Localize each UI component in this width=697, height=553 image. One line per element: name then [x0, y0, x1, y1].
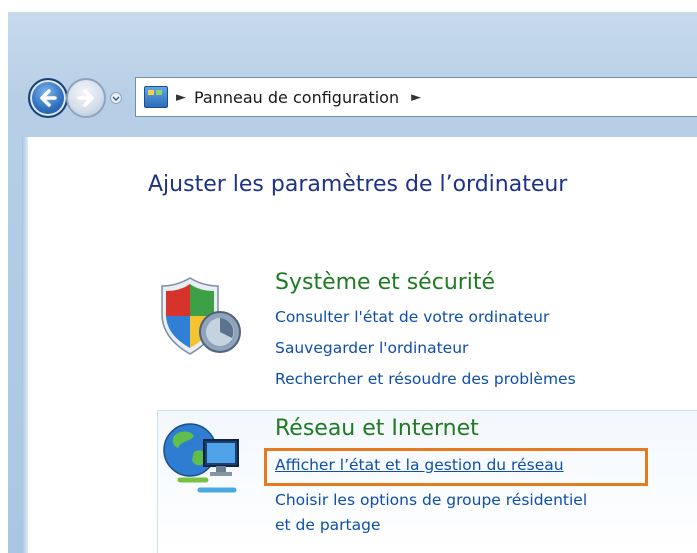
chevron-right-icon[interactable]: ► [411, 90, 421, 105]
link-check-computer-status[interactable]: Consulter l'état de votre ordinateur [275, 308, 549, 326]
highlight-box [264, 448, 648, 486]
category-title-network-internet[interactable]: Réseau et Internet [275, 416, 479, 441]
network-globe-icon[interactable] [160, 418, 250, 500]
frame-top-edge [0, 0, 697, 12]
forward-arrow-icon [77, 89, 94, 107]
control-panel-icon [144, 86, 168, 108]
address-bar[interactable]: ► Panneau de configuration ► [135, 77, 697, 117]
forward-button[interactable] [66, 78, 106, 118]
category-title-system-security[interactable]: Système et sécurité [275, 270, 495, 295]
navigation-bar: ► Panneau de configuration ► [28, 72, 697, 126]
chevron-right-icon[interactable]: ► [176, 90, 186, 105]
link-backup-computer[interactable]: Sauvegarder l'ordinateur [275, 339, 468, 357]
frame-left-edge [0, 0, 8, 553]
back-arrow-icon [40, 89, 57, 107]
breadcrumb-control-panel[interactable]: Panneau de configuration [194, 88, 399, 107]
link-troubleshoot-problems[interactable]: Rechercher et résoudre des problèmes [275, 370, 576, 388]
link-homegroup-sharing-options[interactable]: Choisir les options de groupe résidentie… [275, 491, 587, 509]
link-homegroup-sharing-options-cont[interactable]: et de partage [275, 516, 381, 534]
page-title: Ajuster les paramètres de l’ordinateur [148, 172, 568, 197]
shield-icon[interactable] [158, 274, 248, 358]
back-button[interactable] [28, 78, 68, 118]
recent-pages-dropdown-icon[interactable] [110, 92, 122, 104]
